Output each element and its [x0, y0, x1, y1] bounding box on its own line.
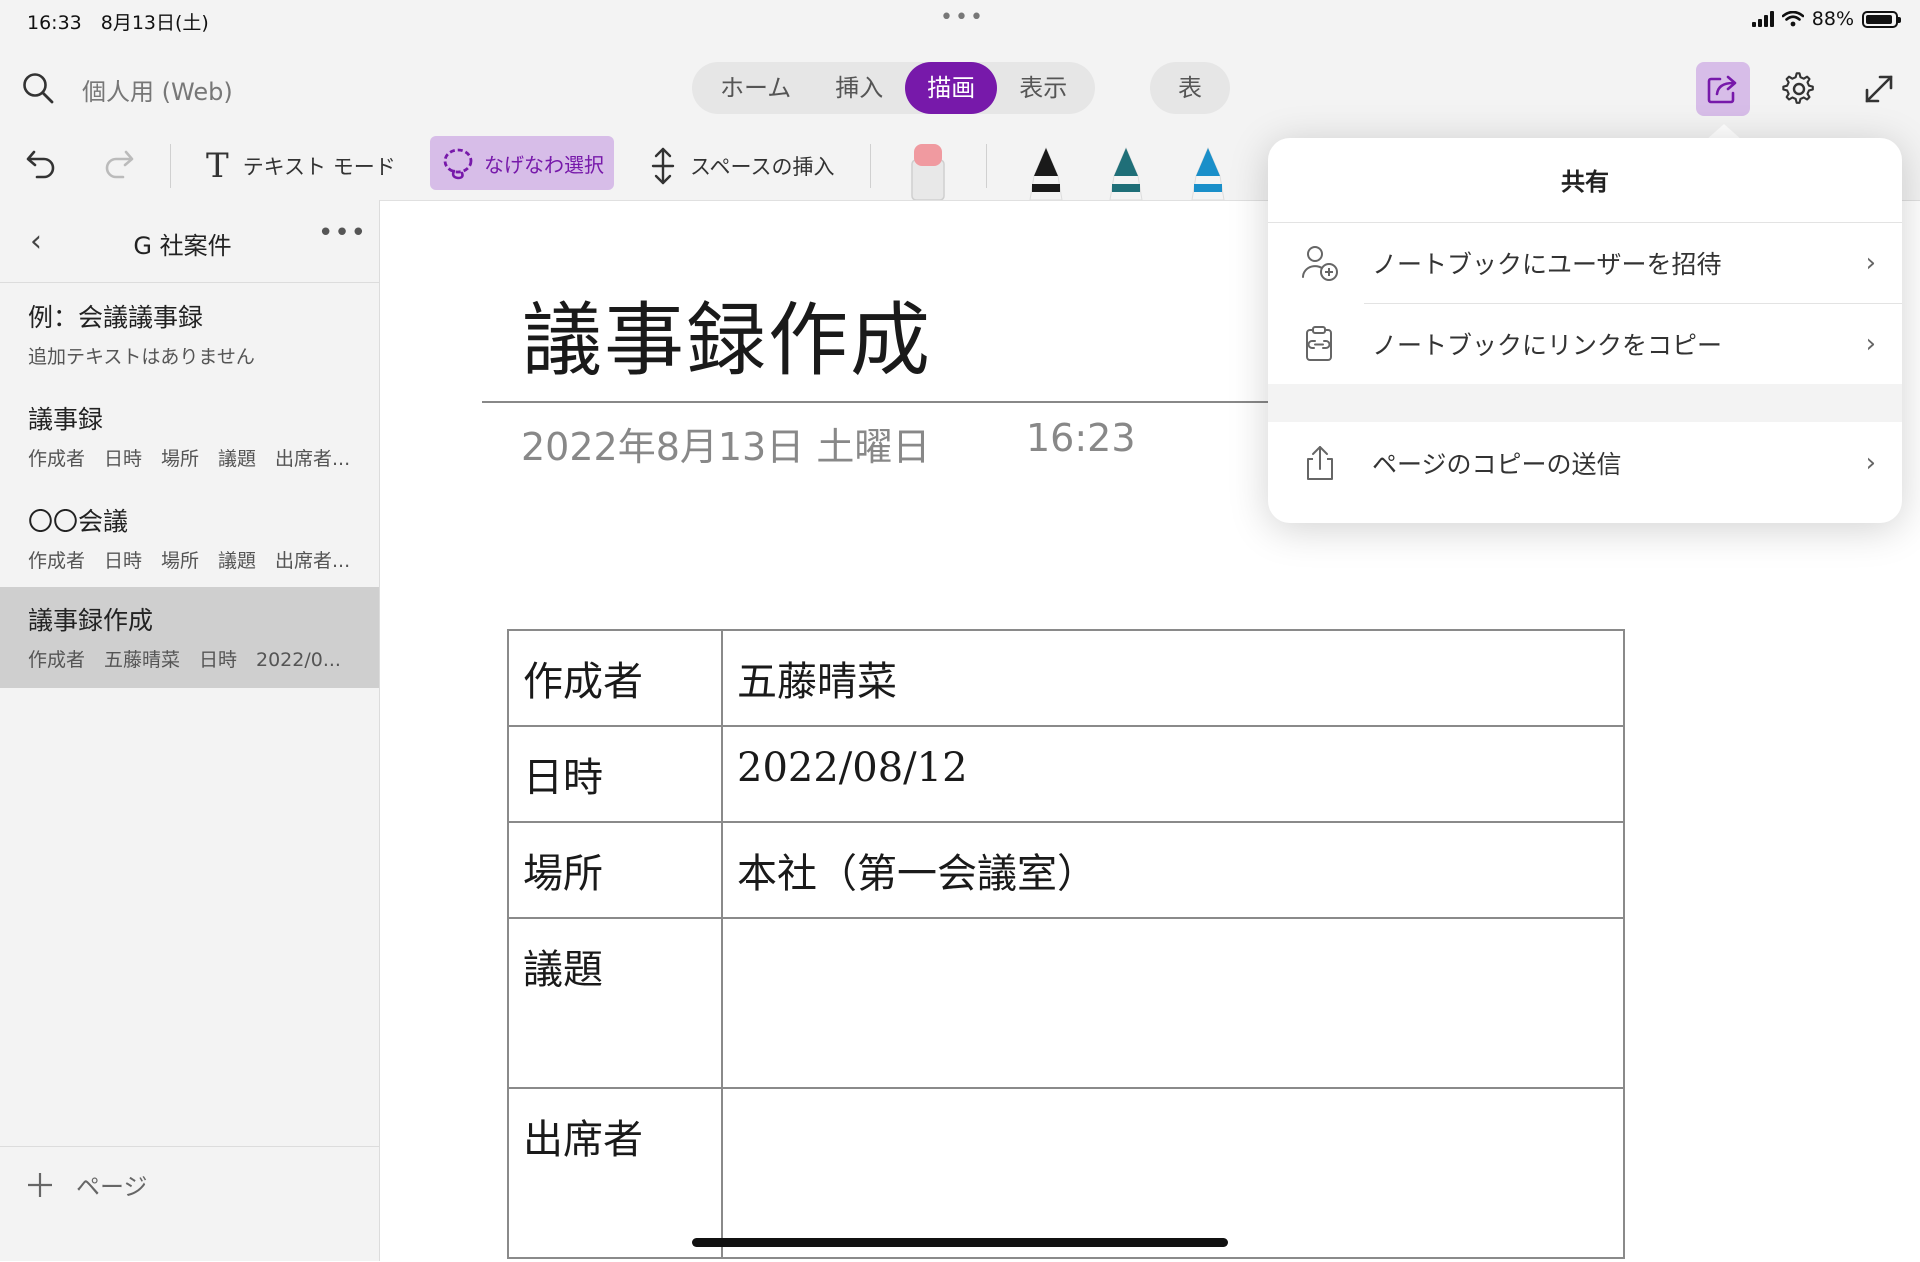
share-popover-title: 共有 — [1561, 168, 1609, 196]
add-page-label: ページ — [76, 1173, 148, 1201]
home-indicator[interactable] — [692, 1238, 1228, 1247]
page-item-preview: 作成者 五藤晴菜 日時 2022/0... — [28, 649, 341, 671]
share-popover: 共有 ノートブックにユーザーを招待 › ノートブックにリンクをコピー › ページ… — [1268, 138, 1902, 523]
pen-black-icon[interactable] — [1026, 144, 1066, 200]
status-time: 16:33 8月13日(土) — [27, 12, 209, 34]
table-cell-value[interactable] — [721, 917, 1625, 1089]
page-item-preview: 作成者 日時 場所 議題 出席者... — [28, 550, 351, 572]
table-cell-value[interactable]: 2022/08/12 — [721, 725, 1625, 823]
text-t-icon: T — [206, 146, 229, 186]
tab-draw[interactable]: 描画 — [905, 62, 998, 114]
insert-space-label: スペースの挿入 — [690, 155, 835, 179]
page-date: 2022年8月13日 土曜日 — [521, 425, 931, 469]
table-cell-key[interactable]: 場所 — [507, 821, 723, 919]
page-list-item[interactable]: 例：会議議事録 追加テキストはありません — [0, 284, 379, 385]
table-row: 日時 2022/08/12 — [507, 725, 1625, 823]
plus-icon — [28, 1172, 52, 1197]
send-page-copy-label: ページのコピーの送信 — [1372, 450, 1622, 479]
share-icon — [1707, 75, 1737, 104]
lasso-icon — [443, 148, 473, 180]
page-item-title: 〇〇会議 — [28, 507, 129, 536]
text-mode-button[interactable]: T テキスト モード — [206, 146, 396, 186]
table-cell-value[interactable]: 五藤晴菜 — [721, 629, 1625, 727]
toolbar-divider — [170, 144, 171, 188]
table-cell-key[interactable]: 作成者 — [507, 629, 723, 727]
table-cell-value[interactable]: 本社（第一会議室） — [721, 821, 1625, 919]
status-indicators: 88% — [1751, 8, 1901, 30]
page-item-title: 例：会議議事録 — [28, 303, 204, 332]
add-person-icon — [1296, 243, 1344, 283]
cellular-signal-icon — [1751, 11, 1774, 27]
insert-space-icon — [651, 147, 675, 185]
page-item-preview: 追加テキストはありません — [28, 346, 255, 368]
table-row: 場所 本社（第一会議室） — [507, 821, 1625, 919]
toolbar-divider — [986, 144, 987, 188]
invite-users-item[interactable]: ノートブックにユーザーを招待 › — [1268, 223, 1902, 303]
copy-link-item[interactable]: ノートブックにリンクをコピー › — [1268, 304, 1902, 384]
clipboard-link-icon — [1296, 324, 1344, 364]
table-cell-key[interactable]: 議題 — [507, 917, 723, 1089]
eraser-icon[interactable] — [908, 140, 948, 200]
table-cell-value[interactable] — [721, 1087, 1625, 1259]
tab-table[interactable]: 表 — [1150, 62, 1230, 114]
page-item-title: 議事録作成 — [28, 606, 154, 635]
page-item-preview: 作成者 日時 場所 議題 出席者... — [28, 448, 351, 470]
table-cell-key[interactable]: 出席者 — [507, 1087, 723, 1259]
copy-link-label: ノートブックにリンクをコピー — [1372, 331, 1723, 360]
wifi-icon — [1781, 11, 1804, 27]
page-item-title: 議事録 — [28, 405, 104, 434]
chevron-right-icon: › — [1865, 448, 1876, 478]
pen-teal-icon[interactable] — [1106, 144, 1146, 200]
search-icon[interactable] — [20, 70, 56, 106]
lasso-select-label: なげなわ選択 — [484, 152, 604, 177]
add-page-button[interactable]: ページ — [26, 1167, 148, 1202]
expand-icon — [1865, 75, 1893, 103]
table-row: 議題 — [507, 917, 1625, 1089]
settings-button[interactable] — [1774, 64, 1824, 114]
tab-home[interactable]: ホーム — [698, 62, 813, 114]
battery-icon — [1862, 10, 1901, 28]
pen-blue-icon[interactable] — [1188, 144, 1228, 200]
ribbon-tabs: ホーム 挿入 描画 表示 — [692, 62, 1096, 114]
table-cell-key[interactable]: 日時 — [507, 725, 723, 823]
app-header: 個人用 (Web) ホーム 挿入 描画 表示 表 — [0, 42, 1920, 134]
text-mode-label: テキスト モード — [242, 155, 396, 179]
fullscreen-button[interactable] — [1854, 64, 1904, 114]
page-list-sidebar: ‹ G 社案件 ••• 例：会議議事録 追加テキストはありません 議事録 作成者… — [0, 200, 380, 1261]
tab-insert[interactable]: 挿入 — [813, 62, 905, 114]
table-row: 作成者 五藤晴菜 — [507, 629, 1625, 727]
more-options-icon[interactable]: ••• — [318, 218, 367, 248]
tab-view[interactable]: 表示 — [997, 62, 1089, 114]
redo-icon[interactable] — [98, 144, 138, 184]
status-bar: 16:33 8月13日(土) ••• 88% — [0, 0, 1920, 42]
page-list-item-selected[interactable]: 議事録作成 作成者 五藤晴菜 日時 2022/0... — [0, 587, 379, 688]
toolbar-divider — [870, 144, 871, 188]
chevron-right-icon: › — [1865, 329, 1876, 359]
insert-space-button[interactable]: スペースの挿入 — [650, 146, 834, 186]
undo-icon[interactable] — [22, 144, 62, 184]
upload-share-icon — [1296, 443, 1344, 483]
share-button[interactable] — [1696, 62, 1750, 116]
gear-icon — [1782, 72, 1814, 104]
section-title: G 社案件 — [133, 232, 232, 260]
multitasking-dots[interactable]: ••• — [940, 5, 985, 30]
table-row: 出席者 — [507, 1087, 1625, 1259]
invite-users-label: ノートブックにユーザーを招待 — [1372, 250, 1722, 279]
lasso-select-button[interactable]: なげなわ選択 — [430, 136, 614, 190]
page-list-item[interactable]: 〇〇会議 作成者 日時 場所 議題 出席者... — [0, 488, 379, 589]
popover-section-gap — [1268, 384, 1902, 422]
page-time: 16:23 — [1026, 416, 1136, 460]
page-list-item[interactable]: 議事録 作成者 日時 場所 議題 出席者... — [0, 386, 379, 487]
notebook-name[interactable]: 個人用 (Web) — [82, 72, 233, 107]
minutes-table: 作成者 五藤晴菜 日時 2022/08/12 場所 本社（第一会議室） 議題 出… — [507, 629, 1625, 1259]
sidebar-footer: ページ — [0, 1146, 379, 1262]
chevron-right-icon: › — [1865, 248, 1876, 278]
send-page-copy-item[interactable]: ページのコピーの送信 › — [1268, 423, 1902, 503]
page-title[interactable]: 議事録作成 — [522, 276, 932, 392]
section-header: ‹ G 社案件 ••• — [0, 200, 379, 283]
battery-percent: 88% — [1811, 8, 1854, 30]
